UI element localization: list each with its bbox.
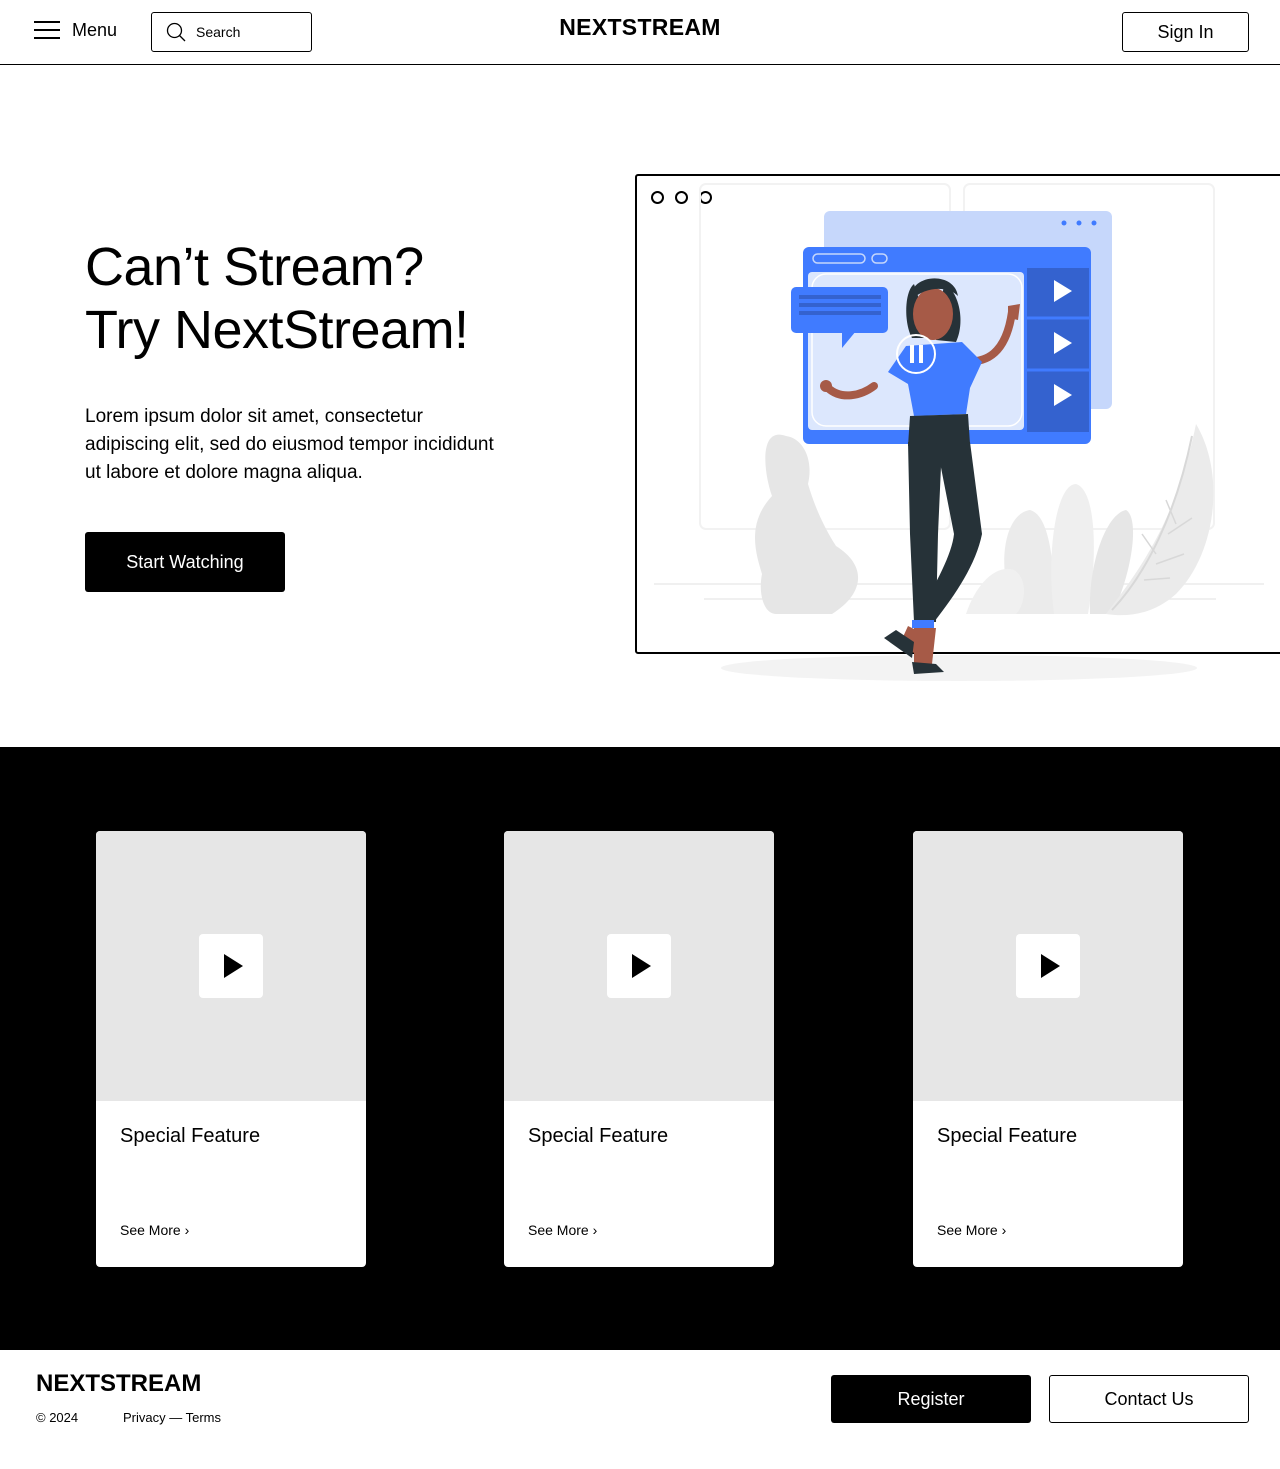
see-more-link[interactable]: See More ›: [120, 1222, 189, 1238]
hero-title-line-1: Can’t Stream?: [85, 237, 424, 297]
site-header: Menu NEXTSTREAM Sign In: [0, 0, 1280, 65]
hero-title-line-2: Try NextStream!: [85, 300, 469, 360]
play-button[interactable]: [199, 934, 263, 998]
feature-card-title: Special Feature: [937, 1125, 1078, 1147]
play-icon: [1040, 954, 1060, 978]
menu-button[interactable]: Menu: [34, 17, 117, 43]
menu-label: Menu: [72, 19, 118, 40]
see-more-link[interactable]: See More ›: [528, 1222, 597, 1238]
sign-in-button[interactable]: Sign In: [1122, 12, 1249, 52]
features-section: Special Feature See More › Special Featu…: [0, 747, 1280, 1350]
feature-card-title: Special Feature: [528, 1125, 669, 1147]
play-icon: [223, 954, 243, 978]
video-streaming-illustration-icon: [654, 183, 1264, 681]
play-button[interactable]: [1016, 934, 1080, 998]
feature-card-title: Special Feature: [120, 1125, 261, 1147]
privacy-terms-link[interactable]: Privacy — Terms: [123, 1410, 221, 1425]
see-more-link[interactable]: See More ›: [937, 1222, 1006, 1238]
search-box[interactable]: [151, 12, 312, 52]
hamburger-icon: [34, 20, 60, 40]
copyright-text: © 2024: [36, 1410, 79, 1425]
register-button[interactable]: Register: [831, 1375, 1031, 1423]
contact-us-button[interactable]: Contact Us: [1049, 1375, 1249, 1423]
play-icon: [631, 954, 651, 978]
hero-title: Can’t Stream? Try NextStream!: [85, 236, 469, 362]
search-input[interactable]: [196, 24, 296, 40]
play-button[interactable]: [607, 934, 671, 998]
feature-card[interactable]: Special Feature See More ›: [913, 831, 1183, 1267]
brand-logo[interactable]: NEXTSTREAM: [559, 14, 720, 40]
feature-card[interactable]: Special Feature See More ›: [504, 831, 774, 1267]
hero-description: Lorem ipsum dolor sit amet, consectetur …: [85, 406, 494, 483]
start-watching-button[interactable]: Start Watching: [85, 532, 285, 592]
feature-card[interactable]: Special Feature See More ›: [96, 831, 366, 1267]
search-icon: [166, 22, 186, 42]
footer-brand: NEXTSTREAM: [36, 1370, 202, 1397]
